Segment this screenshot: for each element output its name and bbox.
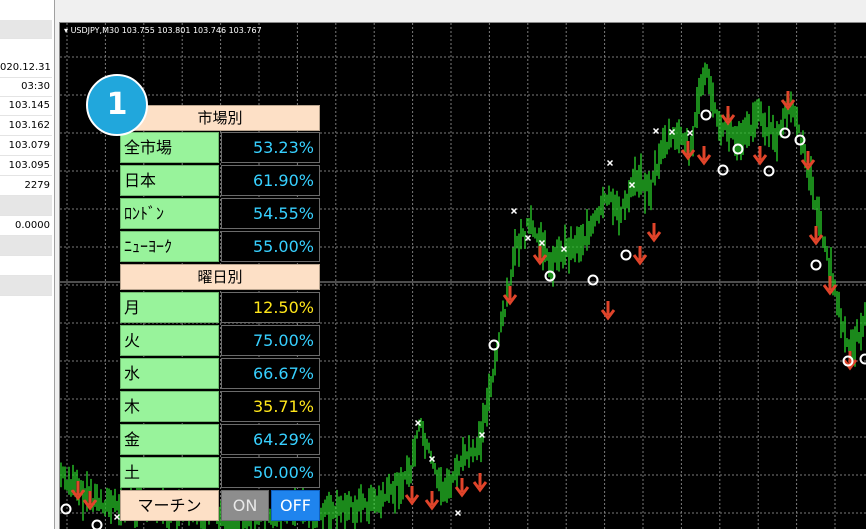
data-window-row: [0, 256, 52, 276]
weekday-label-fri: 金: [120, 424, 219, 455]
market-value-all: 53.23%: [221, 132, 320, 163]
weekday-label-sat: 土: [120, 457, 219, 488]
data-window-section-3: [0, 276, 52, 296]
data-window-time: 03:30: [0, 77, 52, 97]
data-window-volume: 2279: [0, 176, 52, 196]
exit-circle-marker: [587, 274, 599, 286]
weekday-label-wed: 水: [120, 358, 219, 389]
exit-circle-marker: [60, 503, 72, 515]
data-window-open: 103.145: [0, 96, 52, 116]
weekday-label-mon: 月: [120, 292, 219, 323]
market-value-japan: 61.90%: [221, 165, 320, 196]
data-window-section-2: [0, 236, 52, 256]
weekday-label-tue: 火: [120, 325, 219, 356]
step-number-badge: 1: [86, 74, 148, 136]
martin-label: マーチン: [120, 490, 219, 521]
market-label-newyork: ﾆｭｰﾖｰｸ: [120, 231, 219, 262]
market-label-london: ﾛﾝﾄﾞﾝ: [120, 198, 219, 229]
data-window-section: [0, 196, 52, 216]
exit-circle-marker: [91, 519, 103, 529]
data-window-header: [0, 20, 52, 39]
weekday-value-thu: 35.71%: [221, 391, 320, 422]
weekday-header: 曜日別: [120, 264, 320, 290]
price-chart[interactable]: ▾ USDJPY,M30 103.755 103.801 103.746 103…: [59, 22, 866, 529]
exit-circle-marker: [717, 164, 729, 176]
data-window-indicator: 0.0000: [0, 216, 52, 236]
weekday-value-mon: 12.50%: [221, 292, 320, 323]
exit-circle-marker: [700, 109, 712, 121]
martin-on-button[interactable]: ON: [221, 490, 269, 521]
exit-circle-marker: [859, 353, 866, 365]
market-label-japan: 日本: [120, 165, 219, 196]
weekday-value-fri: 64.29%: [221, 424, 320, 455]
market-label-all: 全市場: [120, 132, 219, 163]
data-window-panel: 020.12.31 03:30 103.145 103.162 103.079 …: [0, 0, 55, 529]
data-window-close: 103.095: [0, 156, 52, 176]
data-window-date: 020.12.31: [0, 58, 52, 78]
weekday-value-sat: 50.00%: [221, 457, 320, 488]
market-header: 市場別: [120, 105, 320, 131]
weekday-value-tue: 75.00%: [221, 325, 320, 356]
weekday-label-thu: 木: [120, 391, 219, 422]
exit-circle-marker: [620, 249, 632, 261]
chart-title-text: USDJPY,M30 103.755 103.801 103.746 103.7…: [70, 26, 262, 35]
market-value-london: 54.55%: [221, 198, 320, 229]
martin-off-button[interactable]: OFF: [271, 490, 320, 521]
chart-menu-triangle-icon[interactable]: ▾: [64, 26, 68, 35]
data-window-low: 103.079: [0, 136, 52, 156]
weekday-value-wed: 66.67%: [221, 358, 320, 389]
data-window-high: 103.162: [0, 116, 52, 136]
chart-symbol-title: ▾ USDJPY,M30 103.755 103.801 103.746 103…: [64, 26, 262, 35]
market-value-newyork: 55.00%: [221, 231, 320, 262]
exit-circle-marker: [810, 259, 822, 271]
